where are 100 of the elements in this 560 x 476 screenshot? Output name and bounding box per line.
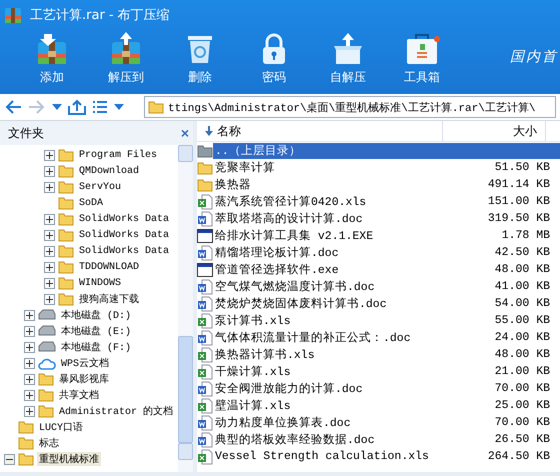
file-name[interactable]: 竞聚率计算 [213, 160, 452, 176]
tree-item[interactable]: SolidWorks Data [77, 230, 172, 240]
file-name[interactable]: 萃取塔塔高的设计计算.doc [213, 210, 452, 226]
folder-icon [58, 228, 74, 242]
expand-toggle[interactable] [24, 342, 35, 352]
up-folder-button[interactable] [68, 99, 86, 115]
spreadsheet-file-icon [197, 364, 213, 380]
tree-item[interactable]: 本地磁盘 (F:) [59, 340, 134, 354]
file-name[interactable]: 精馏塔理论板计算.doc [213, 244, 452, 260]
tree-item[interactable]: 本地磁盘 (D:) [59, 308, 134, 322]
file-size: 51.50 KB [494, 161, 551, 174]
tree-item[interactable]: SolidWorks Data [77, 246, 172, 256]
back-button[interactable] [4, 99, 22, 115]
expand-toggle[interactable] [44, 278, 55, 288]
file-name[interactable]: 安全阀泄放能力的计算.doc [213, 380, 452, 396]
toolbar-button[interactable]: 删除 [172, 30, 228, 94]
tree-item[interactable]: Administrator 的文档 [57, 404, 176, 418]
tree-item[interactable]: LUCY口语 [37, 420, 86, 434]
folder-icon [18, 420, 34, 434]
expand-toggle[interactable] [44, 214, 55, 224]
file-name[interactable]: 典型的塔板效率经验数据.doc [213, 432, 452, 448]
tree-item[interactable]: 标志 [37, 436, 61, 450]
folder-icon [58, 196, 74, 210]
toolbar-button[interactable]: 添加 [24, 30, 80, 94]
file-name[interactable]: ..（上层目录） [213, 142, 560, 158]
tree-item[interactable]: SoDA [77, 198, 106, 208]
expand-toggle[interactable] [24, 310, 35, 320]
file-name[interactable]: 换热器 [213, 176, 452, 192]
expand-toggle[interactable] [44, 230, 55, 240]
file-name[interactable]: 焚烧炉焚烧固体废料计算书.doc [213, 296, 452, 312]
file-name[interactable]: 给排水计算工具集 v2.1.EXE [213, 228, 452, 244]
file-name[interactable]: 空气煤气燃烧温度计算书.doc [213, 278, 452, 294]
scroll-thumb[interactable] [178, 336, 193, 443]
folder-icon [197, 144, 213, 158]
expand-toggle[interactable] [24, 326, 35, 336]
tree-item[interactable]: 暴风影视库 [57, 372, 111, 386]
dropdown-button[interactable] [52, 104, 62, 110]
document-file-icon [197, 296, 213, 312]
toolbar-button[interactable]: 工具箱 [394, 30, 450, 94]
tree-item[interactable]: SolidWorks Data [77, 214, 172, 224]
scrollbar[interactable] [178, 145, 193, 472]
spreadsheet-file-icon [197, 448, 213, 464]
file-name[interactable]: 泵计算书.xls [213, 312, 452, 328]
collapse-toggle[interactable] [4, 454, 15, 464]
document-file-icon [197, 210, 213, 226]
file-name[interactable]: 蒸汽系统管径计算0420.xls [213, 194, 452, 210]
folder-icon [38, 388, 54, 402]
tree-item[interactable]: WINDOWS [77, 278, 124, 288]
expand-toggle[interactable] [44, 166, 55, 176]
file-size: 54.00 KB [494, 297, 551, 310]
folder-icon [38, 372, 54, 386]
toolbar-button[interactable]: 密码 [246, 30, 302, 94]
tree-item[interactable]: ServYou [77, 182, 124, 192]
file-size: 42.50 KB [494, 246, 551, 259]
file-name[interactable]: 动力粘度单位换算表.doc [213, 414, 452, 430]
column-header[interactable]: 大小 [443, 121, 546, 141]
file-size: 48.00 KB [494, 263, 551, 276]
expand-toggle[interactable] [24, 390, 35, 400]
cloud-icon [38, 356, 56, 370]
tree-item[interactable]: 本地磁盘 (E:) [59, 324, 134, 338]
expand-toggle[interactable] [24, 406, 35, 416]
expand-toggle[interactable] [44, 246, 55, 256]
file-size: 491.14 KB [486, 178, 551, 191]
tree-item[interactable]: Program Files [77, 150, 160, 160]
toolbar-button[interactable]: 自解压 [320, 30, 376, 94]
file-name[interactable]: 换热器计算书.xls [213, 346, 452, 362]
folder-icon [58, 180, 74, 194]
expand-toggle[interactable] [24, 358, 35, 368]
column-header[interactable]: 名称 [197, 121, 443, 141]
folder-icon [58, 260, 74, 274]
view-dropdown-button[interactable] [114, 104, 124, 110]
folder-icon [38, 404, 54, 418]
file-size: 319.50 KB [486, 212, 551, 225]
tree-item[interactable]: 重型机械标准 [37, 452, 101, 466]
tree-item[interactable]: WPS云文档 [59, 356, 112, 370]
toolbar-button[interactable]: 解压到 [98, 30, 154, 94]
file-name[interactable]: Vessel Strength calculation.xls [213, 448, 452, 464]
tree-item[interactable]: QMDownload [77, 166, 142, 176]
close-button[interactable]: × [180, 125, 189, 141]
file-name[interactable]: 干燥计算.xls [213, 364, 452, 380]
expand-toggle[interactable] [44, 150, 55, 160]
address-field[interactable]: ttings\Administrator\桌面\重型机械标准\工艺计算.rar\工艺计算\ [144, 96, 556, 118]
tree-item[interactable]: 共享文档 [57, 388, 101, 402]
file-name[interactable]: 气体体积流量计量的补正公式：.doc [213, 330, 452, 346]
file-size: 21.00 KB [494, 365, 551, 378]
expand-toggle[interactable] [24, 374, 35, 384]
window-title: 工艺计算.rar - 布丁压缩 [30, 7, 170, 24]
file-size: 1.78 MB [500, 229, 551, 242]
file-name[interactable]: 壁温计算.xls [213, 398, 452, 414]
list-view-button[interactable] [92, 100, 108, 114]
tree-item[interactable]: TDDOWNLOAD [77, 262, 142, 272]
expand-toggle[interactable] [44, 182, 55, 192]
file-name[interactable]: 管道管径选择软件.exe [213, 262, 452, 278]
file-size: 70.00 KB [494, 382, 551, 395]
document-file-icon [197, 414, 213, 430]
expand-toggle[interactable] [44, 262, 55, 272]
expand-toggle[interactable] [44, 294, 55, 304]
slogan: 国内首 [510, 48, 558, 66]
tree-item[interactable]: 搜狗高速下载 [77, 292, 141, 306]
folder-icon [148, 100, 164, 114]
